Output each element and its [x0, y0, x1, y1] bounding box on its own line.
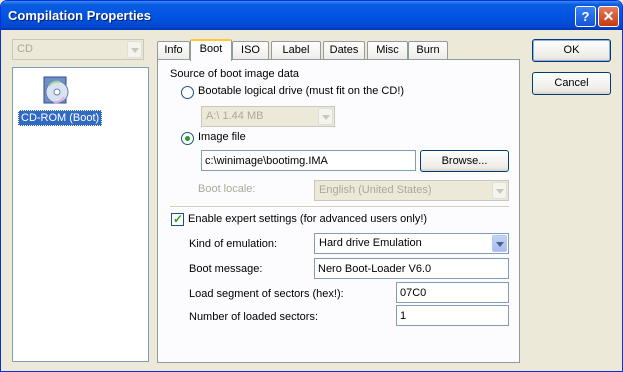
window-title: Compilation Properties	[8, 8, 152, 23]
boot-tab-panel: Source of boot image data Bootable logic…	[157, 59, 520, 363]
boot-locale-combo: English (United States)	[314, 180, 509, 201]
boot-source-heading: Source of boot image data	[170, 68, 300, 80]
title-bar[interactable]: Compilation Properties ? ✕	[1, 1, 622, 30]
loaded-sectors-input[interactable]: 1	[396, 305, 509, 326]
image-path-value: c:\winimage\bootimg.IMA	[205, 155, 328, 167]
tab-dates[interactable]: Dates	[323, 41, 365, 60]
boot-message-input[interactable]: Nero Boot-Loader V6.0	[314, 258, 509, 279]
divider	[170, 206, 509, 208]
close-icon: ✕	[602, 8, 615, 24]
cancel-button[interactable]: Cancel	[532, 72, 611, 95]
radio-image-file-label: Image file	[198, 131, 246, 143]
loaded-sectors-label: Number of loaded sectors:	[189, 311, 319, 323]
load-segment-value: 07C0	[400, 287, 427, 299]
chevron-down-icon	[492, 182, 507, 199]
chevron-down-icon	[127, 41, 142, 58]
load-segment-label: Load segment of sectors (hex!):	[189, 288, 344, 300]
emulation-label: Kind of emulation:	[189, 238, 278, 250]
help-button[interactable]: ?	[575, 6, 596, 27]
boot-message-label: Boot message:	[189, 263, 263, 275]
compilation-properties-window: Compilation Properties ? ✕ CD CD-ROM (Bo…	[0, 0, 623, 372]
boot-locale-value: English (United States)	[319, 184, 432, 196]
chevron-down-icon[interactable]	[492, 235, 507, 252]
boot-message-value: Nero Boot-Loader V6.0	[318, 263, 432, 275]
tab-misc[interactable]: Misc	[367, 41, 408, 60]
emulation-value: Hard drive Emulation	[319, 237, 422, 249]
radio-bootable-drive-label: Bootable logical drive (must fit on the …	[198, 85, 405, 97]
expert-settings-checkbox[interactable]	[171, 212, 184, 226]
loaded-sectors-value: 1	[400, 310, 407, 322]
cd-boot-icon	[43, 76, 69, 104]
expert-settings-label: Enable expert settings (for advanced use…	[188, 213, 428, 225]
list-item-label: CD-ROM (Boot)	[18, 110, 103, 126]
tab-iso[interactable]: ISO	[232, 41, 269, 60]
chevron-down-icon	[318, 108, 333, 125]
tab-boot[interactable]: Boot	[190, 39, 232, 61]
compilation-type-value: CD	[17, 43, 33, 55]
emulation-combo[interactable]: Hard drive Emulation	[314, 233, 509, 254]
load-segment-input[interactable]: 07C0	[396, 282, 509, 303]
help-icon: ?	[581, 9, 590, 24]
image-path-input[interactable]: c:\winimage\bootimg.IMA	[201, 150, 416, 171]
drive-combo-value: A:\ 1.44 MB	[206, 110, 264, 122]
compilation-type-list[interactable]: CD-ROM (Boot)	[12, 67, 149, 362]
radio-bootable-drive[interactable]	[181, 86, 194, 99]
close-button[interactable]: ✕	[598, 6, 619, 27]
tab-label[interactable]: Label	[271, 41, 321, 60]
tab-burn[interactable]: Burn	[408, 41, 448, 60]
radio-image-file[interactable]	[181, 132, 194, 145]
browse-button[interactable]: Browse...	[420, 150, 509, 172]
ok-button[interactable]: OK	[532, 39, 611, 62]
compilation-type-combo: CD	[12, 39, 144, 60]
boot-locale-label: Boot locale:	[198, 183, 256, 195]
tab-info[interactable]: Info	[157, 41, 190, 60]
drive-combo: A:\ 1.44 MB	[201, 106, 335, 127]
